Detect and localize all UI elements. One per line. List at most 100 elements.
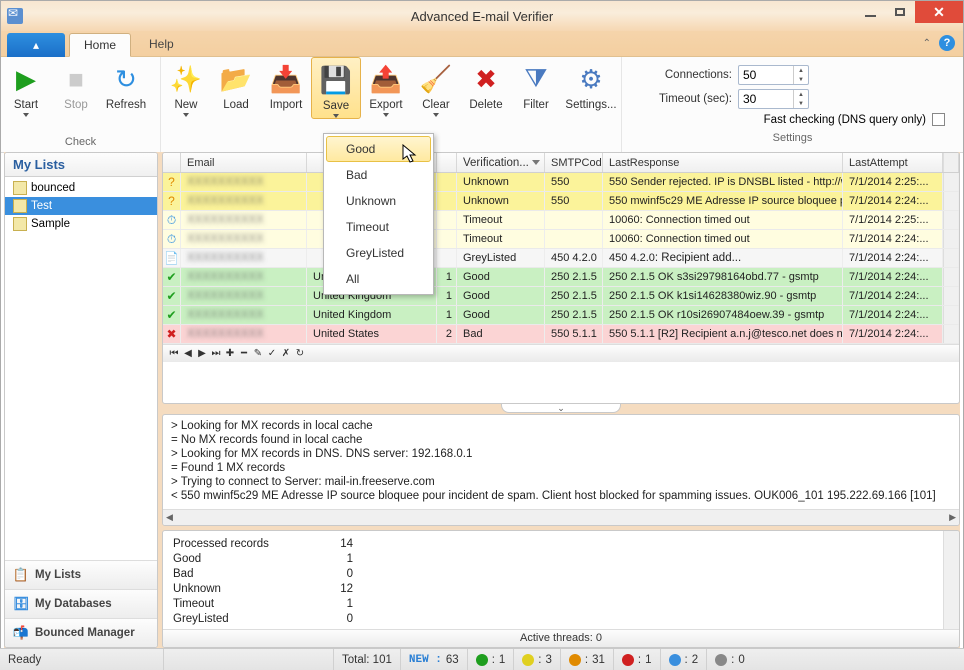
table-row[interactable]: 📄XXXXXXXXXXGreyListed450 4.2.0450 4.2.0 … xyxy=(163,249,959,268)
table-row[interactable]: ✔XXXXXXXXXXUnited Kingdom1Good250 2.1.52… xyxy=(163,306,959,325)
file-tab[interactable]: ▴ xyxy=(7,33,65,57)
timeout-spinbox[interactable]: ▲▼ xyxy=(738,89,809,109)
lastattempt-cell: 7/1/2014 2:24:... xyxy=(843,230,943,248)
nav-mylists[interactable]: 📋 My Lists xyxy=(5,560,157,589)
save-button[interactable]: 💾 Save xyxy=(311,57,361,119)
table-row[interactable]: ⏱XXXXXXXXXXTimeout10060: Connection time… xyxy=(163,230,959,249)
fastcheck-checkbox[interactable] xyxy=(932,113,945,126)
spin-up-icon[interactable]: ▲ xyxy=(794,66,808,75)
list-item-sample[interactable]: Sample xyxy=(5,215,157,233)
spin-down-icon[interactable]: ▼ xyxy=(794,75,808,84)
stats-panel: Processed records14Good1Bad0Unknown12Tim… xyxy=(162,530,960,648)
response-cell: 550 Sender rejected. IP is DNSBL listed … xyxy=(603,173,843,191)
maximize-button[interactable] xyxy=(885,1,915,23)
status-icon: ⏱ xyxy=(164,232,179,247)
save-dropdown-menu: Good Bad Unknown Timeout GreyListed All xyxy=(323,133,434,295)
save-menu-timeout[interactable]: Timeout xyxy=(326,214,431,240)
active-threads-label: Active threads: 0 xyxy=(163,629,959,647)
nav-last-icon[interactable]: ⏭ xyxy=(209,348,223,359)
save-menu-good[interactable]: Good xyxy=(326,136,431,162)
table-row[interactable]: ⏱XXXXXXXXXXTimeout10060: Connection time… xyxy=(163,211,959,230)
list-item-test[interactable]: Test xyxy=(5,197,157,215)
tab-help[interactable]: Help xyxy=(135,32,188,56)
col-smtpcode[interactable]: SMTPCode xyxy=(545,153,603,172)
status-icon: 📄 xyxy=(164,251,179,265)
col-lastresponse[interactable]: LastResponse xyxy=(603,153,843,172)
nav-ok-icon[interactable]: ✓ xyxy=(265,348,279,359)
email-cell: XXXXXXXXXX xyxy=(187,290,264,302)
load-button[interactable]: 📂 Load xyxy=(211,57,261,111)
ribbon-group-settings: Settings xyxy=(622,130,963,148)
table-row[interactable]: ✖XXXXXXXXXXUnited States2Bad550 5.1.1550… xyxy=(163,325,959,344)
table-row[interactable]: ?XXXXXXXXXXUnknown550550 mwinf5c29 ME Ad… xyxy=(163,192,959,211)
nav-add-icon[interactable]: ✚ xyxy=(223,348,237,359)
import-button[interactable]: 📥 Import xyxy=(261,57,311,111)
list-item-bounced[interactable]: bounced xyxy=(5,179,157,197)
nav-next-icon[interactable]: ▶ xyxy=(195,348,209,359)
col-verification[interactable]: Verification... xyxy=(457,153,545,172)
stats-vscroll[interactable] xyxy=(943,531,959,629)
email-cell: XXXXXXXXXX xyxy=(187,328,264,340)
document-icon xyxy=(13,181,27,195)
ribbon-group-check: Check xyxy=(1,134,160,152)
tab-home[interactable]: Home xyxy=(69,33,131,57)
col-icon[interactable] xyxy=(163,153,181,172)
nav-edit-icon[interactable]: ✎ xyxy=(251,348,265,359)
stat-row: GreyListed0 xyxy=(173,612,353,627)
nav-cancel-icon[interactable]: ✗ xyxy=(279,348,293,359)
status-bad: : 1 xyxy=(614,649,661,670)
count-cell xyxy=(437,173,457,191)
response-cell: 550 5.1.1 [R2] Recipient a.n.j@tesco.net… xyxy=(603,325,843,343)
save-menu-greylisted[interactable]: GreyListed xyxy=(326,240,431,266)
new-button[interactable]: ✨ New xyxy=(161,57,211,117)
verification-cell: Good xyxy=(457,268,545,286)
nav-prev-icon[interactable]: ◀ xyxy=(181,348,195,359)
nav-mydatabases[interactable]: 🗄 My Databases xyxy=(5,589,157,618)
timeout-input[interactable] xyxy=(739,92,793,106)
collapse-ribbon-icon[interactable]: ⌃ xyxy=(923,38,931,49)
load-icon: 📂 xyxy=(220,63,252,95)
save-menu-bad[interactable]: Bad xyxy=(326,162,431,188)
delete-icon: ✖ xyxy=(470,63,502,95)
grid-navigator[interactable]: ⏮ ◀ ▶ ⏭ ✚ ━ ✎ ✓ ✗ ↻ xyxy=(163,344,959,362)
refresh-button[interactable]: ↻ Refresh xyxy=(101,57,151,111)
table-row[interactable]: ?XXXXXXXXXXUnknown550550 Sender rejected… xyxy=(163,173,959,192)
nav-bounced-manager[interactable]: 📬 Bounced Manager xyxy=(5,618,157,647)
close-button[interactable]: ✕ xyxy=(915,1,963,23)
filter-button[interactable]: ⧩ Filter xyxy=(511,57,561,111)
col-lastattempt[interactable]: LastAttempt xyxy=(843,153,943,172)
nav-del-icon[interactable]: ━ xyxy=(237,348,251,359)
delete-button[interactable]: ✖ Delete xyxy=(461,57,511,111)
spin-down-icon[interactable]: ▼ xyxy=(794,99,808,108)
table-row[interactable]: ✔XXXXXXXXXXUnited Kingdom1Good250 2.1.52… xyxy=(163,287,959,306)
email-cell: XXXXXXXXXX xyxy=(187,176,264,188)
log-hscroll[interactable] xyxy=(163,509,959,525)
email-cell: XXXXXXXXXX xyxy=(187,214,264,226)
stop-button[interactable]: ■ Stop xyxy=(51,57,101,111)
save-menu-all[interactable]: All xyxy=(326,266,431,292)
spin-up-icon[interactable]: ▲ xyxy=(794,90,808,99)
status-ready: Ready xyxy=(0,649,164,670)
settings-button[interactable]: ⚙ Settings... xyxy=(561,57,621,111)
connections-input[interactable] xyxy=(739,68,793,82)
nav-refresh-icon[interactable]: ↻ xyxy=(293,348,307,359)
log-line: > Looking for MX records in local cache xyxy=(171,419,951,433)
minimize-button[interactable] xyxy=(855,1,885,23)
table-row[interactable]: ✔XXXXXXXXXXUnited Kingdom1Good250 2.1.52… xyxy=(163,268,959,287)
clear-button[interactable]: 🧹 Clear xyxy=(411,57,461,117)
status-other: : 0 xyxy=(707,649,753,670)
collapse-handle[interactable]: ⌄ xyxy=(501,404,621,413)
export-button[interactable]: 📤 Export xyxy=(361,57,411,117)
help-icon[interactable]: ? xyxy=(939,35,955,51)
verification-cell: GreyListed xyxy=(457,249,545,267)
response-cell: 250 2.1.5 OK r10si26907484oew.39 - gsmtp xyxy=(603,306,843,324)
save-menu-unknown[interactable]: Unknown xyxy=(326,188,431,214)
email-grid: Email Verification... SMTPCode LastRespo… xyxy=(162,152,960,404)
start-button[interactable]: ▶ Start xyxy=(1,57,51,117)
connections-spinbox[interactable]: ▲▼ xyxy=(738,65,809,85)
col-count[interactable] xyxy=(437,153,457,172)
nav-first-icon[interactable]: ⏮ xyxy=(167,348,181,359)
grid-vscroll[interactable] xyxy=(943,153,959,172)
col-email[interactable]: Email xyxy=(181,153,307,172)
mylists-header: My Lists xyxy=(5,153,157,177)
